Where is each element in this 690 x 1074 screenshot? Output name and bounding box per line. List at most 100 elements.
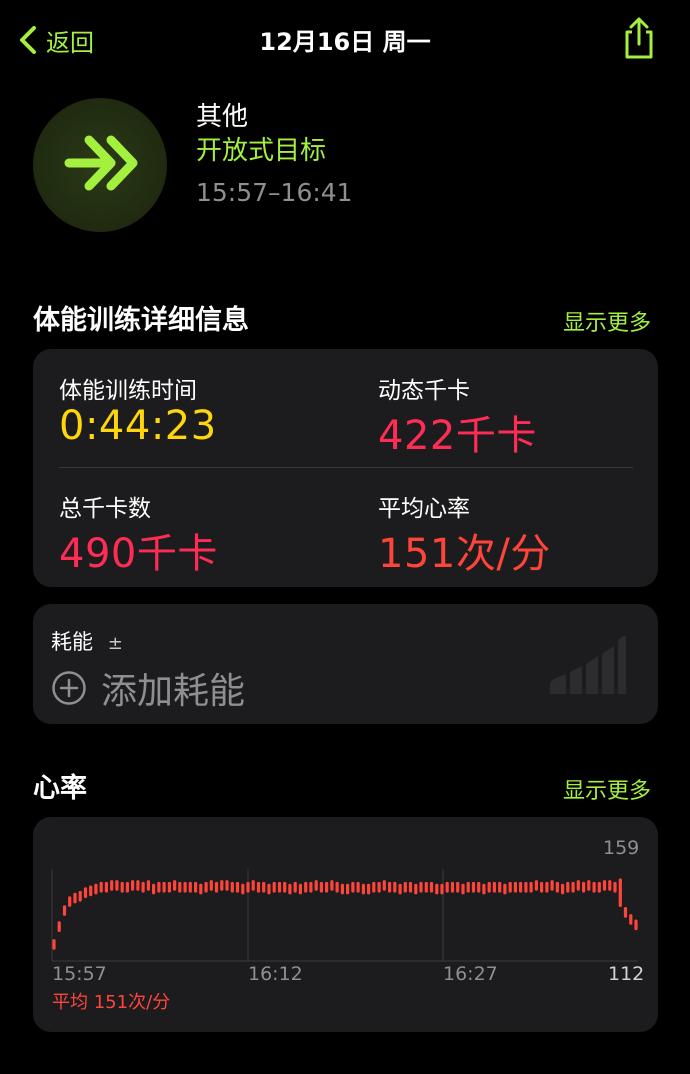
hr-bar — [173, 880, 177, 891]
hr-bar — [110, 880, 114, 891]
hr-bar — [393, 881, 397, 893]
hr-bar — [382, 880, 386, 891]
hr-bar — [78, 890, 82, 902]
hr-bar — [152, 883, 156, 895]
hr-bar — [340, 883, 344, 895]
hr-bar — [508, 881, 512, 893]
hr-bar — [188, 881, 192, 893]
details-show-more-link[interactable]: 显示更多 — [563, 305, 651, 337]
chart-x-tick-2: 16:27 — [443, 963, 498, 985]
chart-y-max-label: 159 — [603, 837, 640, 859]
hr-bar — [450, 881, 455, 893]
hr-bar — [487, 881, 491, 893]
hr-bar — [94, 883, 98, 895]
chart-series-heart-rate — [52, 878, 638, 950]
hr-bar — [89, 885, 93, 897]
hr-bar — [388, 881, 392, 893]
hr-bar — [529, 881, 533, 893]
hr-bar — [477, 881, 481, 893]
share-button[interactable] — [618, 16, 660, 60]
hr-bar — [550, 880, 554, 891]
hr-bar — [230, 881, 234, 893]
hr-bar — [414, 883, 418, 895]
hr-bar — [325, 881, 329, 893]
hr-bar — [461, 883, 465, 895]
hr-bar — [235, 881, 240, 893]
hr-bar — [592, 881, 596, 893]
hr-bar — [576, 880, 580, 891]
hr-bar — [131, 880, 135, 891]
hr-bar — [115, 880, 119, 891]
hr-bar — [136, 880, 140, 891]
hr-bar — [503, 883, 507, 895]
hr-bar — [534, 880, 538, 891]
hr-bar — [220, 880, 224, 891]
workout-type-icon-badge — [33, 98, 167, 232]
hr-bar — [83, 887, 88, 898]
chart-y-min-label: 112 — [608, 963, 645, 985]
heart-rate-section-title: 心率 — [33, 773, 87, 804]
share-icon — [625, 17, 653, 59]
hr-bar — [597, 881, 601, 893]
hr-bar — [183, 881, 187, 893]
hr-bar — [57, 921, 61, 932]
heart-rate-average-label: 平均 151次/分 — [52, 992, 171, 1013]
metric-label-avg-hr: 平均心率 — [378, 496, 470, 522]
hr-bar — [555, 881, 559, 893]
hr-bar — [571, 881, 575, 893]
hr-bar — [194, 881, 198, 893]
workout-time-range: 15:57–16:41 — [196, 178, 353, 207]
metric-label-duration: 体能训练时间 — [59, 378, 197, 404]
hr-bar — [304, 881, 308, 893]
metric-value-avg-hr: 151次/分 — [378, 531, 551, 577]
hr-bar — [403, 881, 407, 893]
hr-bar — [372, 881, 376, 893]
chart-grid — [51, 869, 638, 962]
hr-bar — [482, 883, 486, 895]
hr-bar — [435, 883, 439, 895]
hr-bar — [623, 907, 628, 918]
hr-bar — [602, 880, 607, 891]
details-section-title: 体能训练详细信息 — [33, 305, 249, 336]
hr-bar — [561, 883, 565, 895]
workout-type: 其他 — [196, 102, 249, 132]
hr-bar — [629, 914, 633, 925]
hr-bar — [471, 881, 476, 893]
hr-bar — [361, 883, 365, 895]
effort-label: 耗能 ± — [51, 626, 123, 656]
effort-card[interactable]: 耗能 ± 添加耗能 — [33, 604, 658, 724]
plusminus-icon: ± — [107, 633, 123, 654]
heart-rate-card[interactable]: 159 15:57 16:12 16:27 112 平均 151次/分 — [33, 817, 658, 1032]
hr-bar — [498, 881, 502, 893]
hr-bar — [178, 881, 182, 893]
hr-bar — [309, 881, 313, 893]
hr-bar — [466, 881, 470, 893]
hr-bar — [277, 881, 282, 893]
hr-bar — [608, 880, 612, 891]
hr-bar — [68, 896, 72, 907]
hr-bar — [440, 883, 444, 895]
hr-bar — [356, 881, 360, 893]
hr-bar — [330, 880, 334, 891]
hr-bar — [62, 905, 67, 916]
hr-bar — [288, 883, 292, 895]
hr-bar — [445, 881, 449, 893]
hr-bar — [519, 881, 523, 893]
hr-bar — [120, 881, 124, 893]
hr-bar — [141, 881, 145, 893]
hr-bar — [513, 881, 517, 893]
heart-rate-show-more-link[interactable]: 显示更多 — [563, 773, 651, 805]
hr-bar — [262, 881, 266, 893]
hr-bar — [587, 880, 591, 891]
metrics-divider — [59, 467, 633, 468]
hr-bar — [157, 881, 161, 893]
hr-bar — [377, 881, 381, 893]
add-effort-button[interactable]: 添加耗能 — [51, 662, 245, 714]
metric-label-total-cal: 总千卡数 — [59, 496, 151, 522]
hr-bar — [351, 881, 355, 893]
hr-bar — [225, 880, 229, 891]
metric-label-active-cal: 动态千卡 — [378, 378, 470, 404]
hr-bar — [167, 881, 171, 893]
metric-value-total-cal: 490千卡 — [59, 531, 218, 577]
hr-bar — [246, 881, 250, 893]
